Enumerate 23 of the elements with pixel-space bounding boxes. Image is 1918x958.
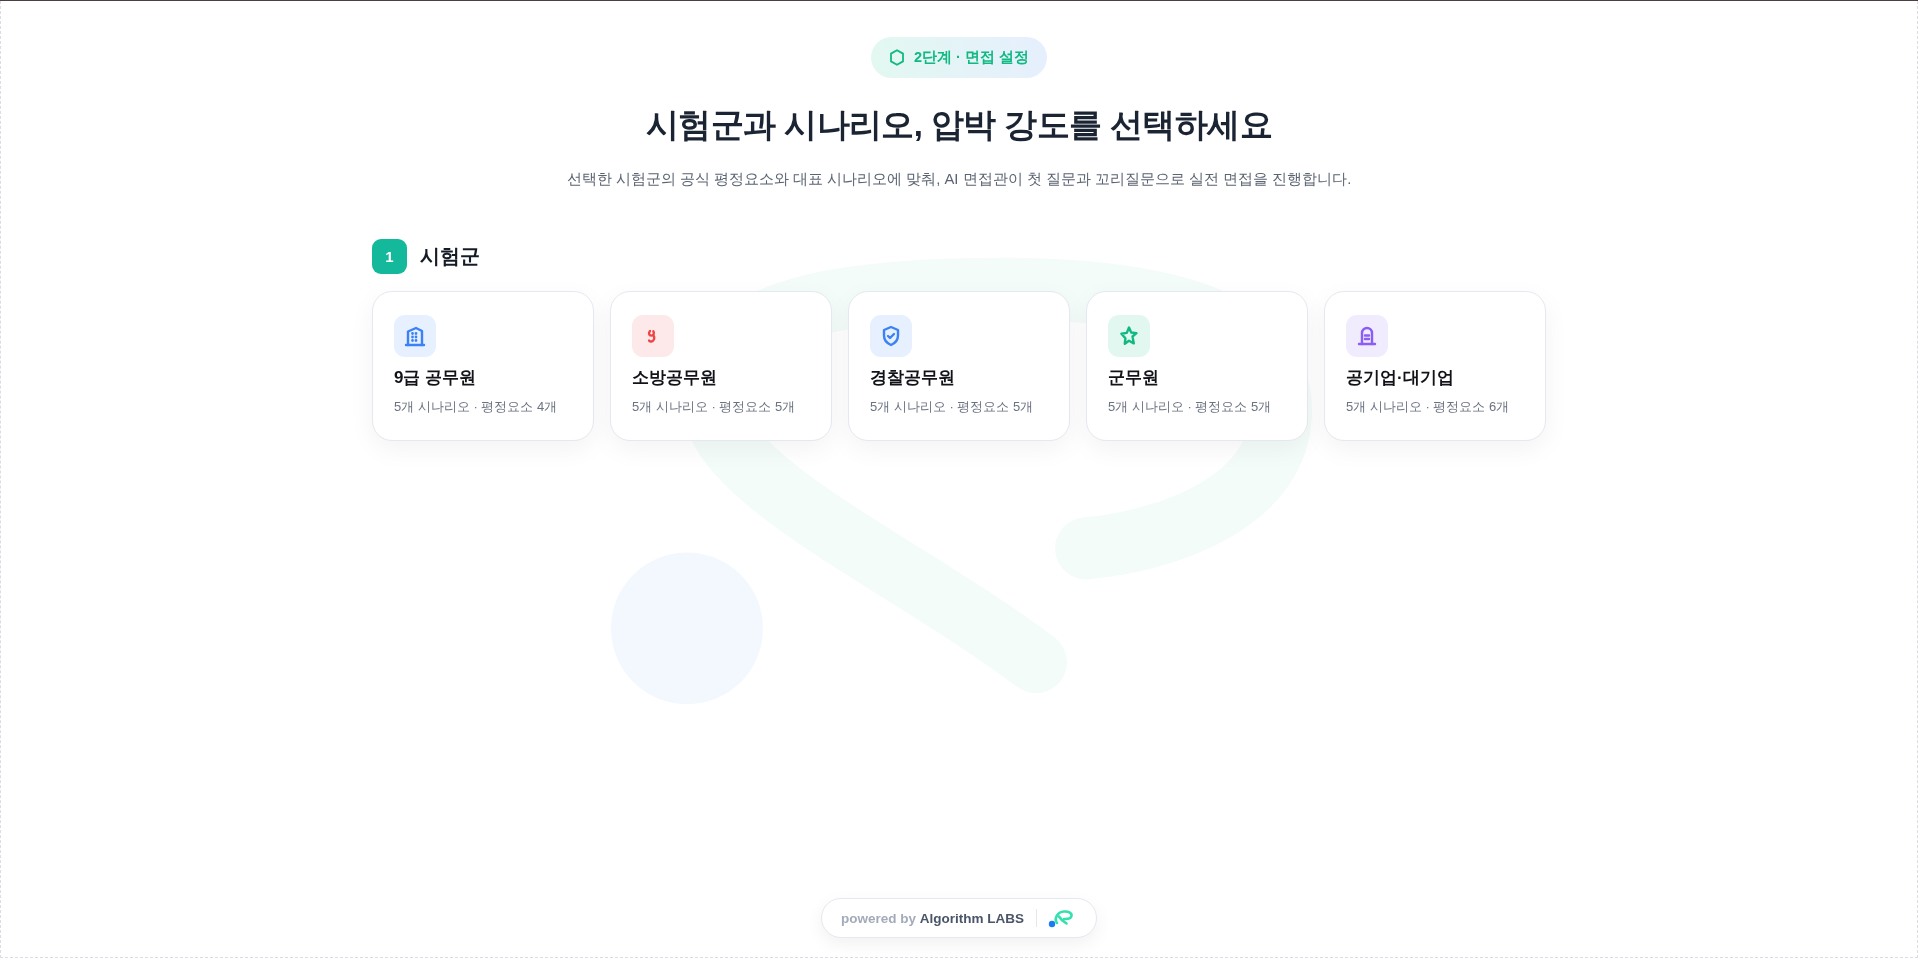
credit-text: powered by Algorithm LABS <box>841 910 1024 926</box>
exam-group-card[interactable]: 공기업·대기업 5개 시나리오 · 평정요소 6개 <box>1324 291 1546 441</box>
card-title: 군무원 <box>1108 367 1159 389</box>
page-description: 선택한 시험군의 공식 평정요소와 대표 시나리오에 맞춰, AI 면접관이 첫 질문과 꼬리질문으로 실전 면접을 진행합니다. <box>566 170 1352 189</box>
card-meta: 5개 시나리오 · 평정요소 5개 <box>870 398 1034 416</box>
exam-group-card[interactable]: 9급 공무원 5개 시나리오 · 평정요소 4개 <box>372 291 594 441</box>
card-title: 공기업·대기업 <box>1346 367 1454 389</box>
card-title: 경찰공무원 <box>870 367 955 389</box>
card-meta: 5개 시나리오 · 평정요소 5개 <box>1108 398 1272 416</box>
section-title: 시험군 <box>420 244 480 269</box>
card-meta: 5개 시나리오 · 평정요소 4개 <box>394 398 558 416</box>
card-title: 소방공무원 <box>632 367 717 389</box>
page-title: 시험군과 시나리오, 압박 강도를 선택하세요 <box>645 105 1272 145</box>
loop-logo-icon <box>1048 908 1076 928</box>
card-meta: 5개 시나리오 · 평정요소 6개 <box>1346 398 1510 416</box>
exam-group-card[interactable]: 군무원 5개 시나리오 · 평정요소 5개 <box>1086 291 1308 441</box>
card-meta: 5개 시나리오 · 평정요소 5개 <box>632 398 796 416</box>
card-title: 9급 공무원 <box>394 367 477 389</box>
step-number-badge: 1 <box>372 239 407 274</box>
exam-group-card[interactable]: 경찰공무원 5개 시나리오 · 평정요소 5개 <box>848 291 1070 441</box>
exam-group-card[interactable]: 소방공무원 5개 시나리오 · 평정요소 5개 <box>610 291 832 441</box>
step-label: 2단계 · 면접 설정 <box>914 48 1029 67</box>
hexagon-icon <box>889 49 905 66</box>
